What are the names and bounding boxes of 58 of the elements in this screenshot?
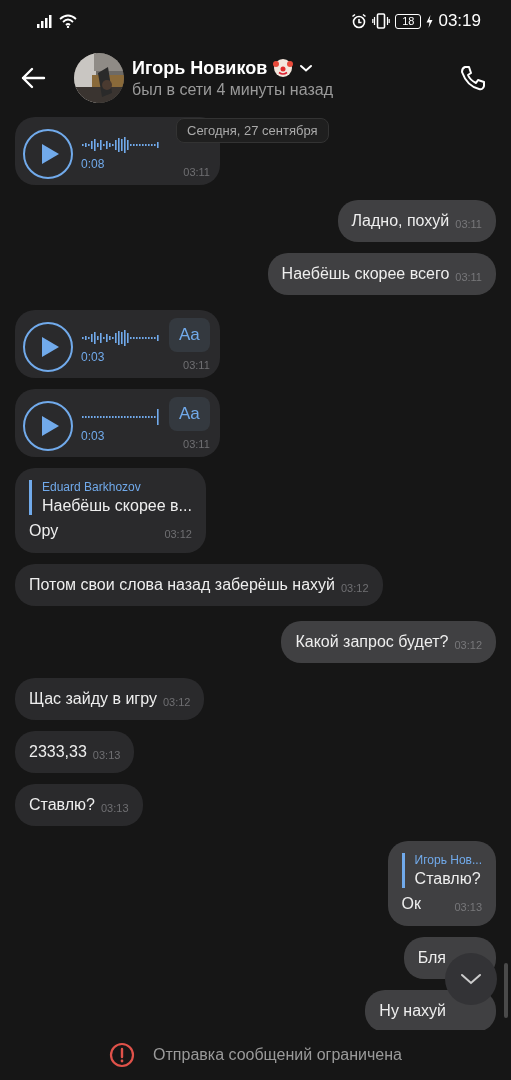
restriction-notice: Отправка сообщений ограничена (153, 1046, 402, 1064)
play-button[interactable] (23, 401, 73, 451)
message-time: 03:12 (162, 695, 191, 709)
message-time: 03:13 (454, 900, 482, 914)
quoted-message[interactable]: Игорь Нов... Ставлю? (401, 853, 482, 888)
quote-text: Ставлю? (414, 870, 482, 888)
transcribe-button[interactable]: Aa (169, 397, 210, 431)
alarm-icon (351, 13, 368, 29)
voice-duration: 0:08 (81, 157, 106, 171)
message-time: 03:11 (455, 217, 482, 231)
vibrate-icon (372, 13, 391, 29)
quote-text: Наебёшь скорее в... (42, 497, 192, 515)
chevron-down-icon (460, 972, 482, 986)
battery-indicator: 18 (395, 13, 422, 29)
message-time: 03:12 (164, 527, 192, 541)
message-text: Ну нахуй (379, 1001, 446, 1021)
message-time: 03:11 (183, 358, 210, 372)
play-icon (39, 142, 61, 166)
message-time: 03:13 (92, 748, 121, 762)
message-text: Ору (29, 521, 59, 541)
message-time: 03:11 (183, 165, 210, 179)
voice-duration: 0:03 (81, 429, 106, 443)
quoted-message[interactable]: Eduard Barkhozov Наебёшь скорее в... (29, 480, 192, 515)
clock-time: 03:19 (438, 11, 481, 31)
scrollbar[interactable] (504, 963, 508, 1018)
phone-icon (459, 64, 487, 92)
date-label: Сегодня, 27 сентября (176, 118, 329, 143)
chevron-down-icon[interactable] (299, 63, 314, 73)
voice-duration: 0:03 (81, 350, 106, 364)
last-seen-status: был в сети 4 минуты назад (132, 80, 334, 99)
charging-icon (426, 14, 434, 28)
message-text: Ок (401, 894, 422, 914)
message-time: 03:11 (183, 437, 210, 451)
message-time: 03:11 (455, 270, 482, 284)
message-text: Ладно, похуй (351, 211, 450, 231)
quote-author: Игорь Нов... (414, 853, 482, 867)
signal-icon (36, 14, 54, 28)
play-button[interactable] (23, 322, 73, 372)
clown-emoji-icon (273, 58, 294, 78)
warning-icon (109, 1042, 136, 1068)
transcribe-button[interactable]: Aa (169, 318, 210, 352)
message-text: Потом свои слова назад заберёшь нахуй (29, 575, 335, 595)
message-time: 03:13 (100, 801, 129, 815)
wifi-icon (59, 14, 77, 28)
message-text: Наебёшь скорее всего (281, 264, 450, 284)
play-icon (39, 335, 61, 359)
message-text: Бля (417, 948, 446, 968)
play-button[interactable] (23, 129, 73, 179)
back-arrow-icon (20, 67, 46, 89)
message-text: Щас зайду в игру (29, 689, 157, 709)
quote-author: Eduard Barkhozov (42, 480, 142, 494)
message-text: 2333,33 (29, 742, 87, 762)
message-text: Ставлю? (29, 795, 95, 815)
message-text: Какой запрос будет? (295, 632, 449, 652)
play-icon (39, 414, 61, 438)
message-time: 03:12 (454, 638, 482, 652)
message-time: 03:12 (341, 581, 369, 595)
contact-name: Игорь Новиков (132, 57, 268, 79)
